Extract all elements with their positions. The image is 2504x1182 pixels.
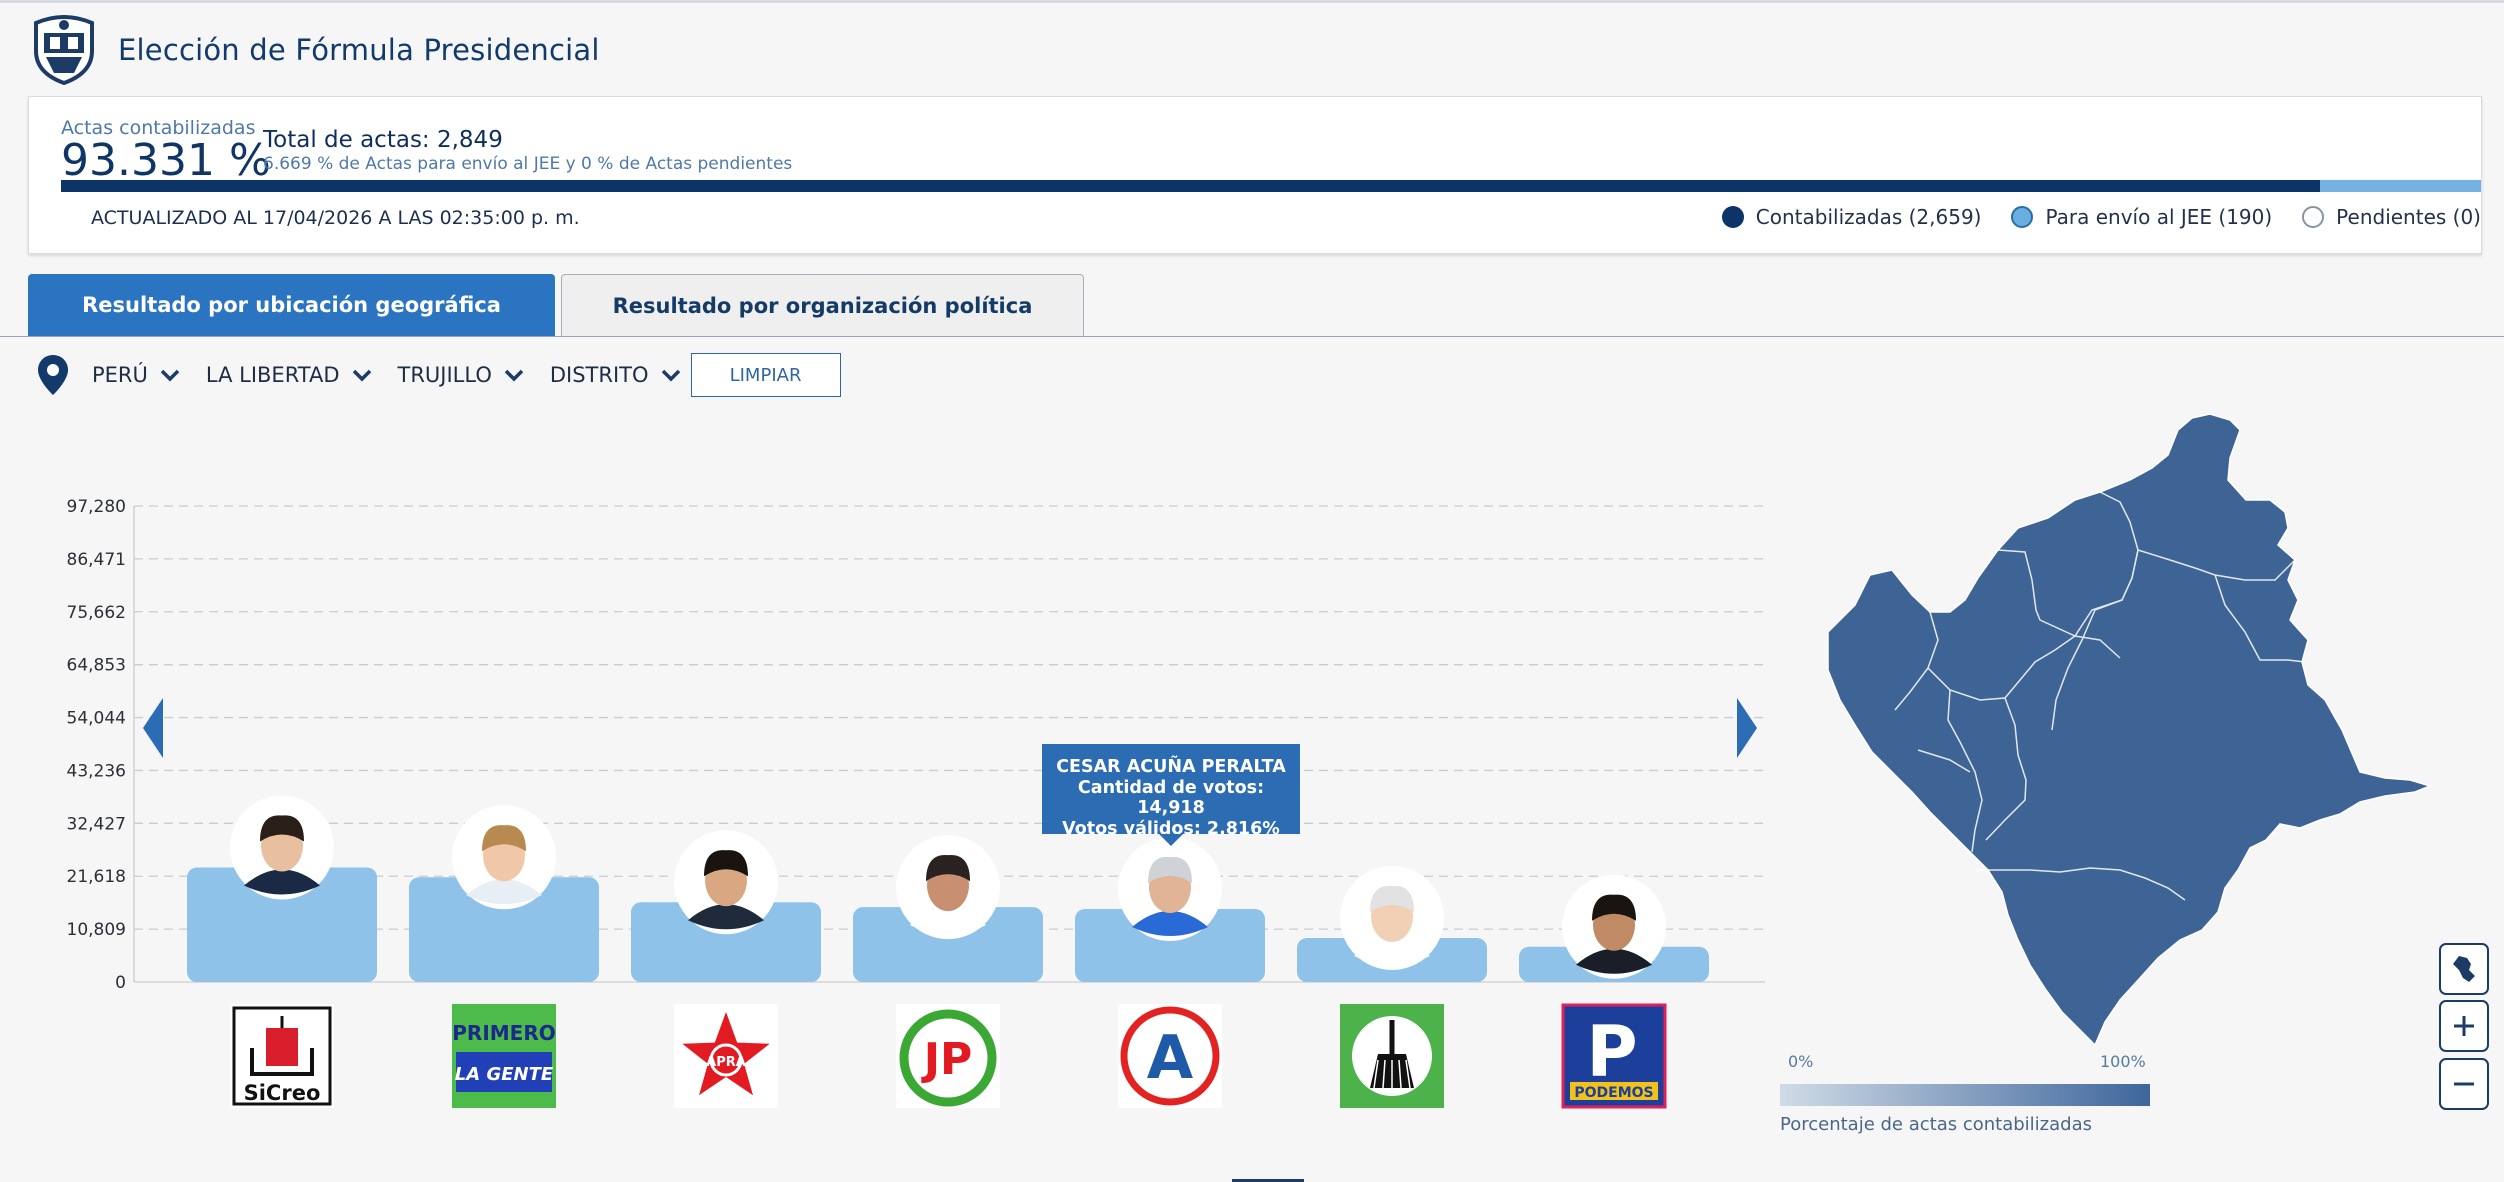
chevron-down-icon <box>352 369 371 382</box>
chart-next-arrow[interactable] <box>1737 698 1757 758</box>
zoom-in-button[interactable] <box>2439 1000 2489 1052</box>
progress-contabilizadas <box>61 180 2320 192</box>
tooltip-valid: Votos válidos: 2.816% <box>1062 818 1280 839</box>
y-tick-label: 21,618 <box>67 867 126 887</box>
page-title: Elección de Fórmula Presidencial <box>118 33 600 67</box>
tab-ubicacion-geografica[interactable]: Resultado por ubicación geográfica <box>28 274 555 336</box>
filter-label: PERÚ <box>92 363 148 387</box>
tooltip-name: CESAR ACUÑA PERALTA <box>1056 757 1286 777</box>
map-legend-min: 0% <box>1788 1052 1814 1071</box>
candidate-photo[interactable] <box>452 805 556 910</box>
legend-dot-icon <box>2302 206 2325 228</box>
logo-text: PODEMOS <box>1574 1085 1653 1101</box>
legend-label: Para envío al JEE (190) <box>2045 205 2273 229</box>
peru-map-icon <box>2453 956 2475 982</box>
filter-provincia[interactable]: TRUJILLO <box>398 363 524 387</box>
y-tick-label: 43,236 <box>67 761 126 781</box>
logo-text: SiCreo <box>244 1081 321 1105</box>
map-legend-caption: Porcentaje de actas contabilizadas <box>1780 1114 2092 1135</box>
logo-text: JP <box>921 1034 973 1085</box>
map-legend-max: 100% <box>2100 1052 2146 1071</box>
escudo-logo-icon <box>34 15 94 85</box>
map-peru-button[interactable] <box>2439 943 2489 995</box>
y-tick-label: 64,853 <box>67 656 126 676</box>
candidate-photo[interactable] <box>1562 874 1666 979</box>
filter-label: LA LIBERTAD <box>205 363 340 387</box>
chevron-down-icon <box>160 369 180 382</box>
filter-distrito[interactable]: DISTRITO <box>550 363 681 387</box>
party-logo-2[interactable]: PRIMERO LA GENTE <box>452 1004 556 1108</box>
candidate-tooltip: CESAR ACUÑA PERALTA Cantidad de votos: 1… <box>1042 744 1300 846</box>
actas-percentage: 93.331 % <box>61 135 271 186</box>
y-tick-label: 54,044 <box>67 709 126 729</box>
clear-filters-button[interactable]: LIMPIAR <box>690 353 841 397</box>
chevron-down-icon <box>661 369 680 382</box>
plus-icon <box>2454 1016 2474 1036</box>
map-legend-gradient <box>1780 1084 2150 1106</box>
legend-dot-icon <box>2011 206 2034 228</box>
filter-label: DISTRITO <box>549 363 649 387</box>
legend-contabilizadas: Contabilizadas (2,659) <box>1721 205 1982 229</box>
results-bar-chart: 97,280 86,471 75,662 64,853 54,044 43,236 32,4… <box>67 497 1765 1109</box>
candidate-photo[interactable] <box>230 795 334 900</box>
candidate-photo[interactable] <box>896 835 1000 940</box>
filter-pais[interactable]: PERÚ <box>92 363 180 387</box>
candidate-photo[interactable] <box>1118 837 1222 942</box>
actas-progress-bar <box>61 180 2481 192</box>
y-tick-label: 86,471 <box>67 550 126 570</box>
y-tick-label: 75,662 <box>67 603 126 623</box>
legend-label: Contabilizadas (2,659) <box>1755 205 1982 229</box>
la-libertad-map[interactable] <box>1800 400 2480 1060</box>
party-logo-3[interactable]: APRA <box>674 1004 778 1108</box>
tooltip-votes: Cantidad de votos: 14,918 <box>1077 777 1265 819</box>
legend-pendientes: Pendientes (0) <box>2302 205 2481 229</box>
legend-jee: Para envío al JEE (190) <box>2011 205 2272 229</box>
location-pin-icon <box>38 355 68 395</box>
chevron-down-icon <box>504 369 524 382</box>
logo-text: APRA <box>706 1055 746 1070</box>
party-logo-6[interactable] <box>1340 1004 1444 1108</box>
y-tick-label: 10,809 <box>67 920 126 940</box>
filter-label: TRUJILLO <box>397 363 492 387</box>
filter-region[interactable]: LA LIBERTAD <box>206 363 372 387</box>
y-tick-label: 32,427 <box>67 814 126 834</box>
legend-dot-icon <box>1721 206 1744 228</box>
map-region-shape[interactable] <box>1827 413 2433 1047</box>
zoom-out-button[interactable] <box>2439 1058 2489 1110</box>
legend-label: Pendientes (0) <box>2336 205 2481 229</box>
logo-text: LA GENTE <box>455 1064 554 1085</box>
logo-text: PRIMERO <box>452 1021 555 1045</box>
tab-organizacion-politica[interactable]: Resultado por organización política <box>561 274 1084 336</box>
y-tick-label: 0 <box>115 973 126 993</box>
app-header: Elección de Fórmula Presidencial <box>28 14 600 86</box>
y-tick-label: 97,280 <box>67 497 126 517</box>
actas-summary-panel: Actas contabilizadas 93.331 % Total de a… <box>28 96 2482 254</box>
updated-timestamp: ACTUALIZADO AL 17/04/2026 A LAS 02:35:00… <box>91 207 580 229</box>
tabs-divider <box>0 336 2504 337</box>
progress-jee <box>2319 180 2481 192</box>
top-border <box>0 0 2504 3</box>
candidate-photo[interactable] <box>1340 865 1444 970</box>
actas-legend: Contabilizadas (2,659) Para envío al JEE… <box>1692 205 2481 229</box>
actas-subtext: 6.669 % de Actas para envío al JEE y 0 %… <box>263 154 793 174</box>
logo-text: P <box>1586 1011 1637 1093</box>
location-filters: PERÚ LA LIBERTAD TRUJILLO DISTRITO LIMPI… <box>36 352 841 398</box>
logo-shape <box>266 1028 298 1066</box>
party-logo-5[interactable]: A <box>1118 1004 1222 1108</box>
minus-icon <box>2454 1082 2474 1086</box>
candidate-photo[interactable] <box>674 830 778 935</box>
chart-prev-arrow[interactable] <box>143 698 163 758</box>
party-logo-7[interactable]: PPODEMOS <box>1561 1003 1667 1109</box>
total-actas: Total de actas: 2,849 <box>263 127 503 153</box>
logo-text: A <box>1147 1023 1194 1093</box>
party-logo-1[interactable]: SiCreo <box>230 1004 334 1108</box>
party-logo-4[interactable]: JP <box>896 1004 1000 1108</box>
